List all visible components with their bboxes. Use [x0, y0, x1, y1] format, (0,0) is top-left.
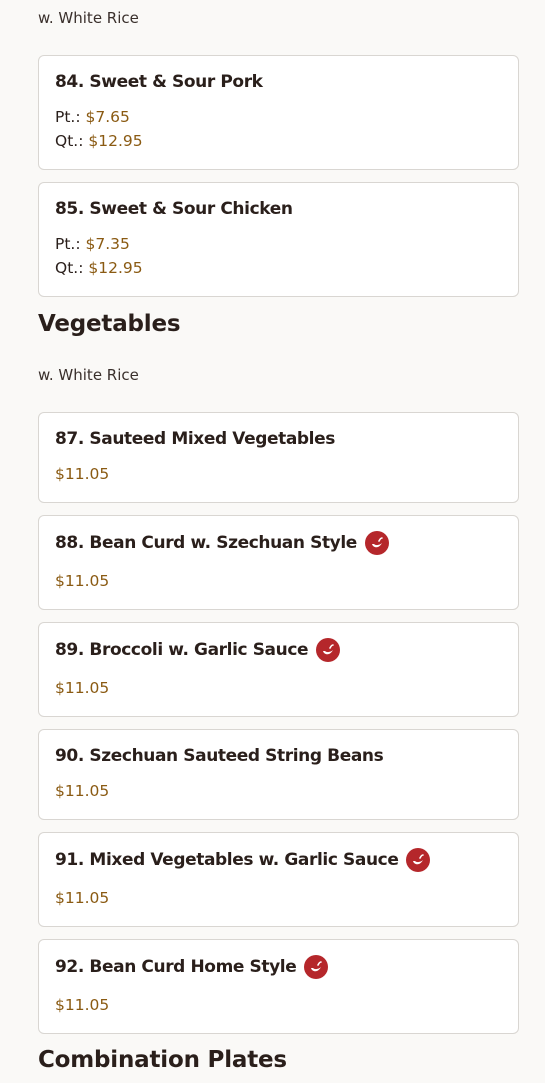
- menu-item-card[interactable]: 90. Szechuan Sauteed String Beans $11.05: [38, 729, 519, 820]
- quart-price: $12.95: [88, 259, 143, 277]
- chili-pepper-icon: [406, 848, 431, 872]
- item-name: 92. Bean Curd Home Style: [55, 955, 329, 979]
- pint-price: $7.35: [85, 235, 130, 253]
- item-name: 84. Sweet & Sour Pork: [55, 72, 263, 92]
- quart-price: $12.95: [88, 132, 143, 150]
- item-price: $11.05: [55, 996, 110, 1014]
- item-name: 88. Bean Curd w. Szechuan Style: [55, 531, 389, 555]
- item-name-text: 90. Szechuan Sauteed String Beans: [55, 746, 384, 766]
- menu-item-card[interactable]: 89. Broccoli w. Garlic Sauce $11.05: [38, 622, 519, 717]
- item-name: 85. Sweet & Sour Chicken: [55, 199, 293, 219]
- menu-item-card[interactable]: 84. Sweet & Sour Pork Pt.: $7.65 Qt.: $1…: [38, 55, 519, 170]
- item-price: $11.05: [55, 465, 110, 483]
- item-price: $11.05: [55, 782, 110, 800]
- item-name: 91. Mixed Vegetables w. Garlic Sauce: [55, 848, 431, 872]
- chili-pepper-icon: [316, 638, 341, 662]
- chili-pepper-icon: [304, 955, 329, 979]
- menu-page: w. White Rice 84. Sweet & Sour Pork Pt.:…: [0, 0, 545, 1083]
- item-name: 90. Szechuan Sauteed String Beans: [55, 746, 384, 766]
- item-price: $11.05: [55, 679, 110, 697]
- item-name-text: 91. Mixed Vegetables w. Garlic Sauce: [55, 850, 399, 870]
- quart-price-line: Qt.: $12.95: [55, 259, 143, 277]
- menu-item-card[interactable]: 88. Bean Curd w. Szechuan Style $11.05: [38, 515, 519, 610]
- pint-price-line: Pt.: $7.35: [55, 235, 130, 253]
- quart-price-line: Qt.: $12.95: [55, 132, 143, 150]
- item-name: 87. Sauteed Mixed Vegetables: [55, 429, 335, 449]
- section-title-combination-plates: Combination Plates: [38, 1047, 287, 1073]
- quart-label: Qt.:: [55, 132, 84, 150]
- pint-label: Pt.:: [55, 235, 81, 253]
- item-price: $11.05: [55, 889, 110, 907]
- chili-pepper-icon: [364, 531, 389, 555]
- item-name-text: 87. Sauteed Mixed Vegetables: [55, 429, 335, 449]
- item-name: 89. Broccoli w. Garlic Sauce: [55, 638, 341, 662]
- pint-price: $7.65: [85, 108, 130, 126]
- menu-item-card[interactable]: 87. Sauteed Mixed Vegetables $11.05: [38, 412, 519, 503]
- item-name-text: 88. Bean Curd w. Szechuan Style: [55, 533, 357, 553]
- quart-label: Qt.:: [55, 259, 84, 277]
- pint-price-line: Pt.: $7.65: [55, 108, 130, 126]
- section-note: w. White Rice: [38, 366, 139, 384]
- section-title-vegetables: Vegetables: [38, 311, 181, 337]
- item-price: $11.05: [55, 572, 110, 590]
- section-note: w. White Rice: [38, 9, 139, 27]
- menu-item-card[interactable]: 91. Mixed Vegetables w. Garlic Sauce $11…: [38, 832, 519, 927]
- menu-item-card[interactable]: 92. Bean Curd Home Style $11.05: [38, 939, 519, 1034]
- item-name-text: 92. Bean Curd Home Style: [55, 957, 297, 977]
- item-name-text: 89. Broccoli w. Garlic Sauce: [55, 640, 309, 660]
- menu-item-card[interactable]: 85. Sweet & Sour Chicken Pt.: $7.35 Qt.:…: [38, 182, 519, 297]
- pint-label: Pt.:: [55, 108, 81, 126]
